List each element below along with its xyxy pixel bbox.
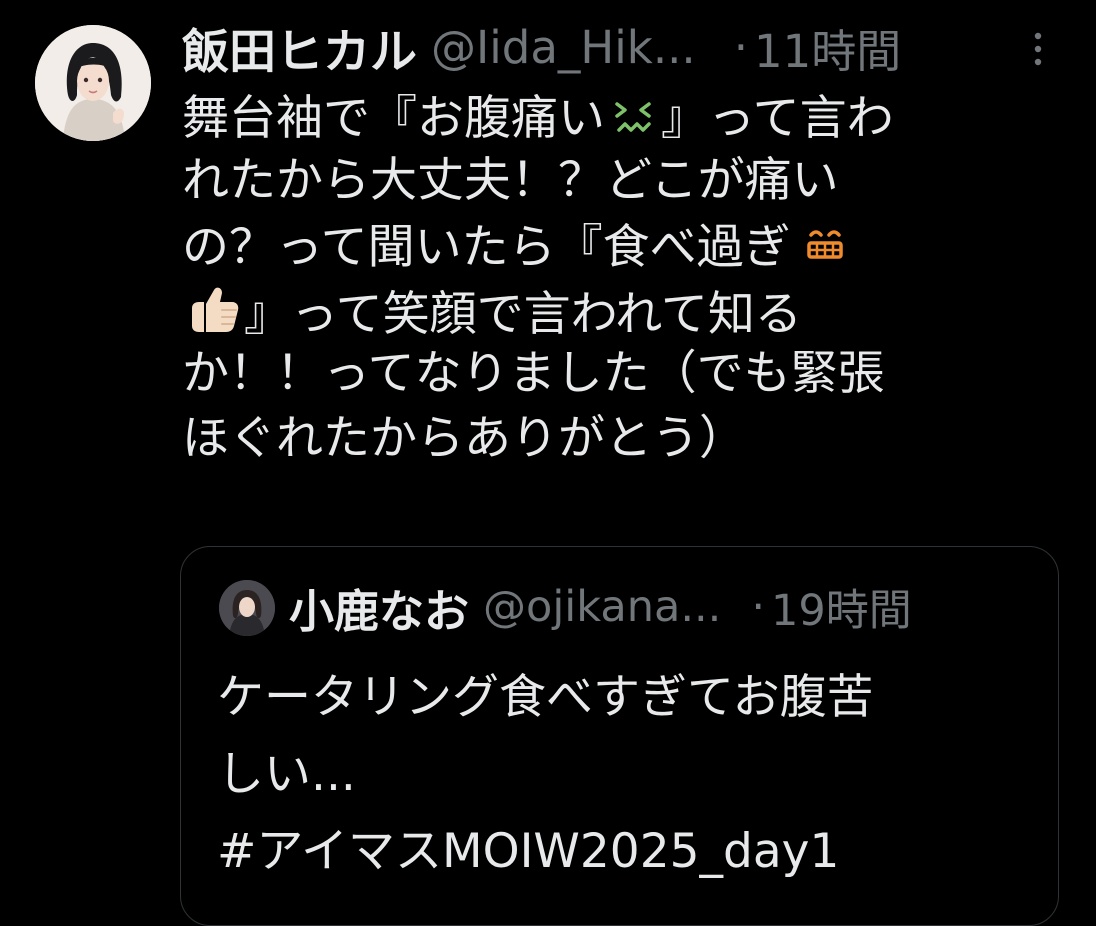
tweet-line-3-text: の？って聞いたら『食べ過ぎ — [182, 220, 791, 275]
tweet-line-6: ほぐれたからありがとう） — [182, 410, 746, 466]
quoted-hashtag[interactable]: #アイマスMOIW2025_day1 — [217, 813, 1037, 890]
tweet-header: 飯田ヒカル @Iida_Hik... · 11時間 — [182, 14, 901, 80]
tweet-line-4: 』って笑顔で言われて知る — [182, 278, 1062, 343]
quoted-tweet-timestamp[interactable]: 19時間 — [771, 576, 912, 638]
quoted-author-avatar-image — [219, 580, 275, 636]
tweet-line-5: か！！ってなりました（でも緊張 — [182, 346, 885, 401]
quoted-header-separator: · — [751, 582, 765, 632]
tweet-line-1-text-end: 』って言わ — [661, 91, 894, 146]
tweet-line-2: れたから大丈夫！？どこが痛い — [182, 152, 839, 208]
quoted-line-2: しい... — [217, 747, 356, 802]
tweet-line-1-text: 舞台袖で『お腹痛い — [182, 91, 605, 146]
more-options-icon[interactable] — [1028, 30, 1048, 70]
header-separator: · — [733, 20, 749, 74]
quoted-tweet-text: ケータリング食べすぎてお腹苦 しい... #アイマスMOIW2025_day1 — [217, 659, 1037, 890]
quoted-tweet-card[interactable]: 小鹿なお @ojikana... · 19時間 ケータリング食べすぎてお腹苦 し… — [180, 546, 1059, 926]
tweet-timestamp[interactable]: 11時間 — [754, 15, 901, 80]
thumbs-up-icon — [182, 278, 244, 340]
quoted-tweet-header: 小鹿なお @ojikana... · 19時間 — [289, 573, 912, 641]
author-name[interactable]: 飯田ヒカル — [182, 13, 417, 82]
author-avatar[interactable] — [35, 25, 151, 141]
tweet-text: 舞台袖で『お腹痛い 』って言わ れたから大丈夫！？どこが痛い の？って聞いたら『食… — [182, 84, 1062, 471]
author-handle[interactable]: @Iida_Hik... — [431, 21, 696, 74]
quoted-line-1: ケータリング食べすぎてお腹苦 — [217, 670, 874, 725]
quoted-author-avatar[interactable] — [219, 580, 275, 636]
confounded-face-icon — [605, 84, 661, 140]
quoted-author-name[interactable]: 小鹿なお — [289, 575, 469, 640]
grinning-teeth-face-icon — [797, 213, 853, 269]
tweet-line-4-text: 』って笑顔で言われて知る — [244, 286, 802, 342]
tweet-line-3: の？って聞いたら『食べ過ぎ — [182, 213, 1062, 278]
tweet-line-1: 舞台袖で『お腹痛い 』って言わ — [182, 84, 1062, 149]
author-avatar-image — [35, 25, 151, 141]
quoted-author-handle[interactable]: @ojikana... — [483, 582, 721, 632]
